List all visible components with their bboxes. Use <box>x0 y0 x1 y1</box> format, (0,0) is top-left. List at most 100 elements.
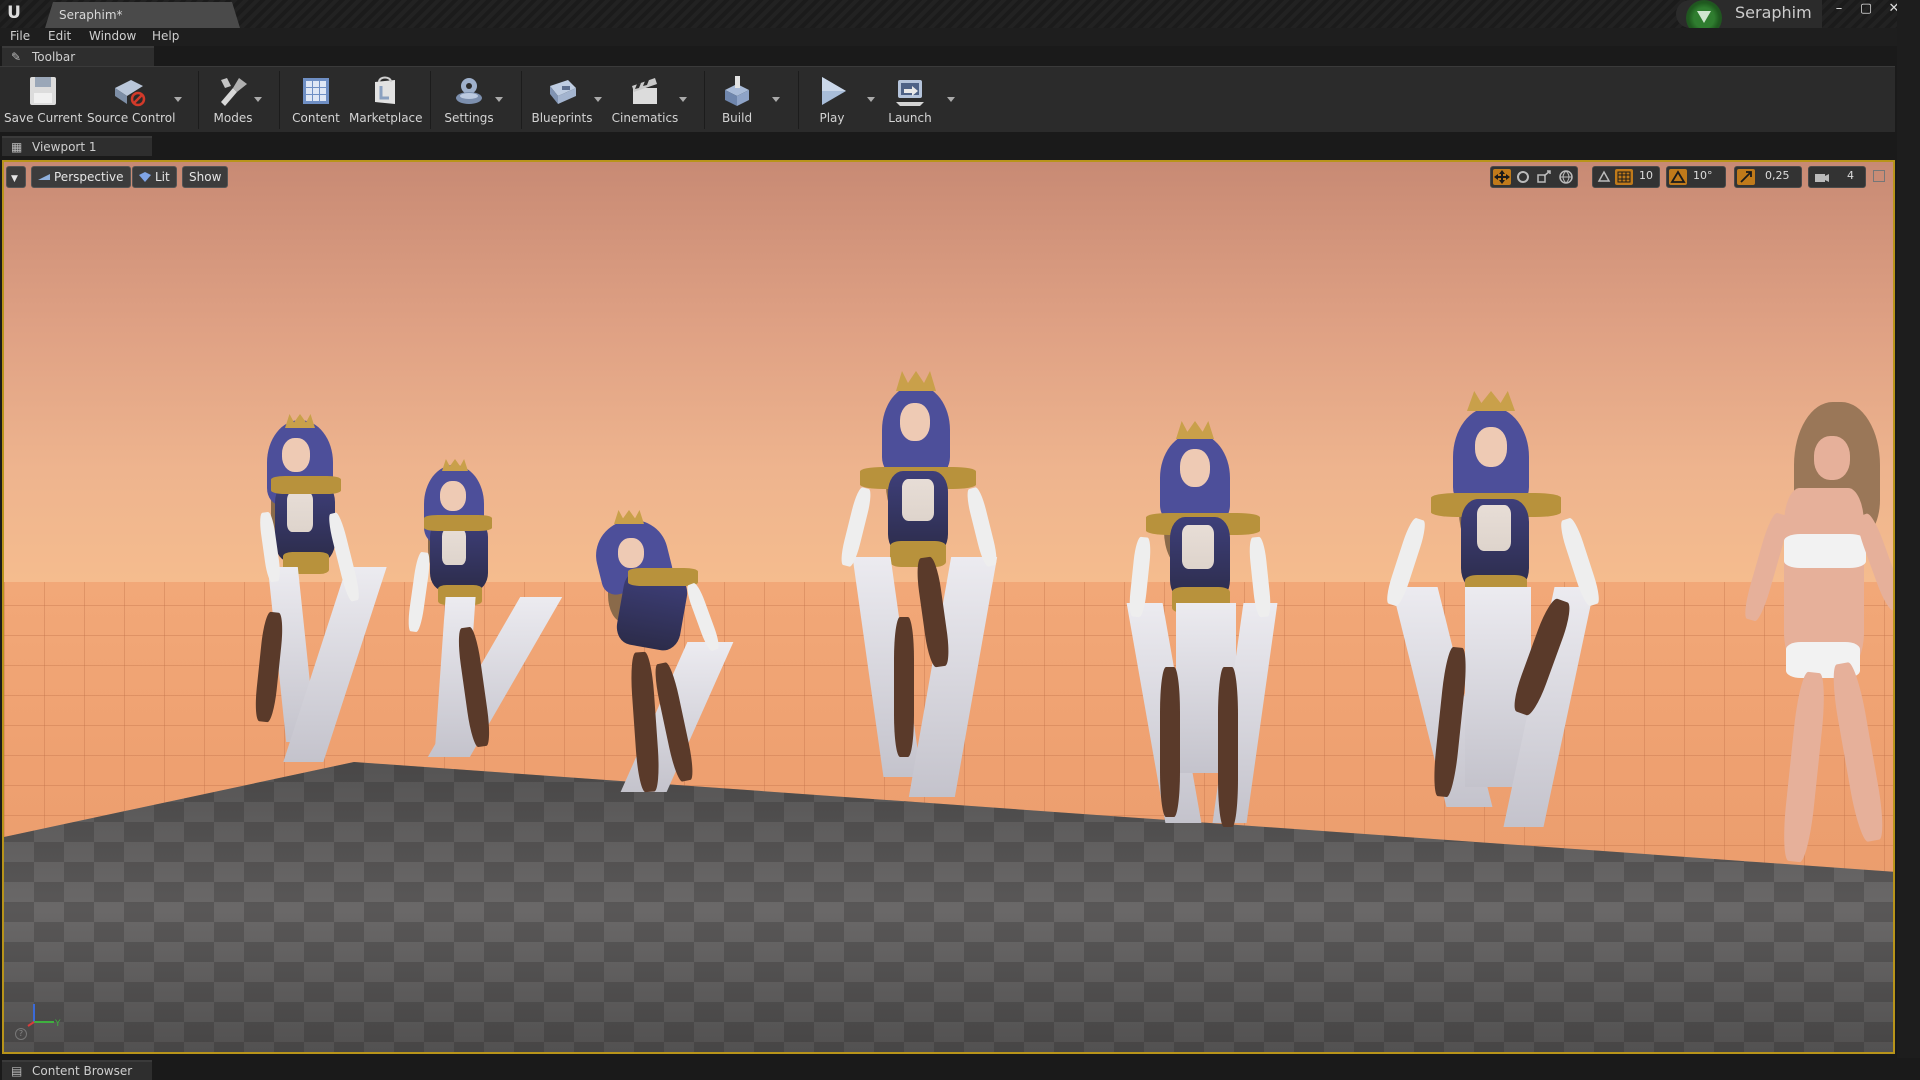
marketplace-button[interactable]: Marketplace <box>349 67 423 133</box>
character-seraphim[interactable] <box>404 457 563 817</box>
viewport-options-dropdown[interactable]: ▼ <box>6 166 26 188</box>
marketplace-label: Marketplace <box>349 111 423 125</box>
play-label: Play <box>819 111 845 125</box>
axis-gizmo-icon: Y <box>27 1004 61 1029</box>
modes-label: Modes <box>213 111 253 125</box>
build-dropdown[interactable] <box>772 97 780 102</box>
main-toolbar: Save Current Source Control Modes Conten… <box>0 66 1895 132</box>
bottom-dock <box>0 1058 1920 1080</box>
perspective-label: Perspective <box>54 170 124 184</box>
document-tab[interactable]: Seraphim* <box>45 2 240 28</box>
content-label: Content <box>292 111 340 125</box>
toolbar-separator <box>521 71 522 129</box>
modes-button[interactable]: Modes <box>205 67 261 133</box>
viewport-tab-label: Viewport 1 <box>32 140 97 154</box>
save-icon <box>30 77 56 105</box>
camera-icon[interactable] <box>1813 169 1831 185</box>
rotation-snap-icon[interactable] <box>1669 169 1687 185</box>
menu-help[interactable]: Help <box>152 29 179 43</box>
build-label: Build <box>721 111 753 125</box>
character-seraphim[interactable] <box>1124 417 1284 847</box>
grid-snap-icon[interactable] <box>1615 169 1633 185</box>
source-control-button[interactable]: Source Control <box>87 67 176 133</box>
scale-snap-icon[interactable] <box>1737 169 1755 185</box>
launch-icon <box>896 80 924 106</box>
build-icon <box>725 76 749 106</box>
settings-icon <box>456 78 482 104</box>
right-dock-strip <box>1897 0 1920 1080</box>
toolbar-separator <box>704 71 705 129</box>
level-viewport[interactable] <box>2 160 1895 1054</box>
cinematics-dropdown[interactable] <box>679 97 687 102</box>
menu-file[interactable]: File <box>10 29 30 43</box>
toolbar-separator <box>279 71 280 129</box>
character-base-body[interactable] <box>1704 402 1893 872</box>
toolbar-separator <box>430 71 431 129</box>
camera-speed-group: 4 <box>1808 166 1866 188</box>
settings-button[interactable]: Settings <box>440 67 498 133</box>
save-current-button[interactable]: Save Current <box>4 67 82 133</box>
title-bar: U Seraphim* Seraphim – ▢ ✕ <box>0 0 1920 36</box>
menu-edit[interactable]: Edit <box>48 29 71 43</box>
perspective-icon <box>38 174 50 180</box>
lit-icon <box>139 172 151 182</box>
character-seraphim[interactable] <box>249 412 387 802</box>
rotation-snap-group: 10° <box>1666 166 1726 188</box>
user-name: Seraphim <box>1735 3 1812 22</box>
toolbar-tab-label: Toolbar <box>32 50 76 64</box>
svg-text:Y: Y <box>54 1019 61 1029</box>
content-browser-icon: ▤ <box>11 1064 23 1078</box>
minimize-icon[interactable]: – <box>1828 1 1850 19</box>
blueprints-label: Blueprints <box>531 111 593 125</box>
settings-dropdown[interactable] <box>495 97 503 102</box>
ue-logo-icon[interactable]: U <box>3 2 25 24</box>
modes-dropdown[interactable] <box>254 97 262 102</box>
viewport-tab[interactable]: ▦ Viewport 1 <box>2 136 152 156</box>
content-button[interactable]: Content <box>287 67 345 133</box>
toolbar-tab[interactable]: ✎ Toolbar <box>2 46 154 66</box>
launch-button[interactable]: Launch <box>882 67 938 133</box>
rotate-icon[interactable] <box>1514 169 1532 185</box>
translate-icon[interactable] <box>1493 169 1511 185</box>
source-control-icon <box>115 80 146 107</box>
restore-icon[interactable]: ▢ <box>1855 1 1877 19</box>
blueprints-dropdown[interactable] <box>594 97 602 102</box>
perspective-button[interactable]: Perspective <box>31 166 131 188</box>
rotation-snap-value[interactable]: 10° <box>1693 169 1713 182</box>
world-space-icon[interactable] <box>1557 169 1575 185</box>
content-browser-tab[interactable]: ▤ Content Browser <box>2 1060 152 1080</box>
camera-speed-value[interactable]: 4 <box>1847 169 1854 182</box>
character-seraphim[interactable] <box>834 367 1004 807</box>
launch-label: Launch <box>888 111 932 125</box>
transform-tools <box>1490 166 1578 188</box>
toolbar-separator <box>798 71 799 129</box>
scale-snap-group: 0,25 <box>1734 166 1802 188</box>
save-current-label: Save Current <box>4 111 83 125</box>
character-seraphim[interactable] <box>584 502 764 842</box>
scale-snap-value[interactable]: 0,25 <box>1765 169 1790 182</box>
grid-snap-value[interactable]: 10 <box>1639 169 1653 182</box>
scale-icon[interactable] <box>1535 169 1553 185</box>
viewport-icon: ▦ <box>11 140 23 154</box>
build-button[interactable]: Build <box>712 67 762 133</box>
settings-label: Settings <box>444 111 494 125</box>
character-seraphim[interactable] <box>1379 387 1609 847</box>
launch-dropdown[interactable] <box>947 97 955 102</box>
cinematics-button[interactable]: Cinematics <box>609 67 681 133</box>
source-control-label: Source Control <box>87 111 176 125</box>
content-icon <box>303 78 329 104</box>
show-label: Show <box>189 170 222 184</box>
menu-window[interactable]: Window <box>89 29 136 43</box>
show-button[interactable]: Show <box>182 166 229 188</box>
chevron-down-icon: ▼ <box>11 174 18 184</box>
play-dropdown[interactable] <box>867 97 875 102</box>
help-icon[interactable]: ? <box>15 1028 27 1040</box>
surface-snap-icon[interactable] <box>1595 169 1613 185</box>
source-control-dropdown[interactable] <box>174 97 182 102</box>
maximize-viewport-icon[interactable] <box>1873 170 1885 182</box>
lit-button[interactable]: Lit <box>132 166 177 188</box>
blueprints-icon <box>550 80 576 104</box>
play-button[interactable]: Play <box>807 67 857 133</box>
modes-icon <box>221 78 247 106</box>
blueprints-button[interactable]: Blueprints <box>529 67 595 133</box>
